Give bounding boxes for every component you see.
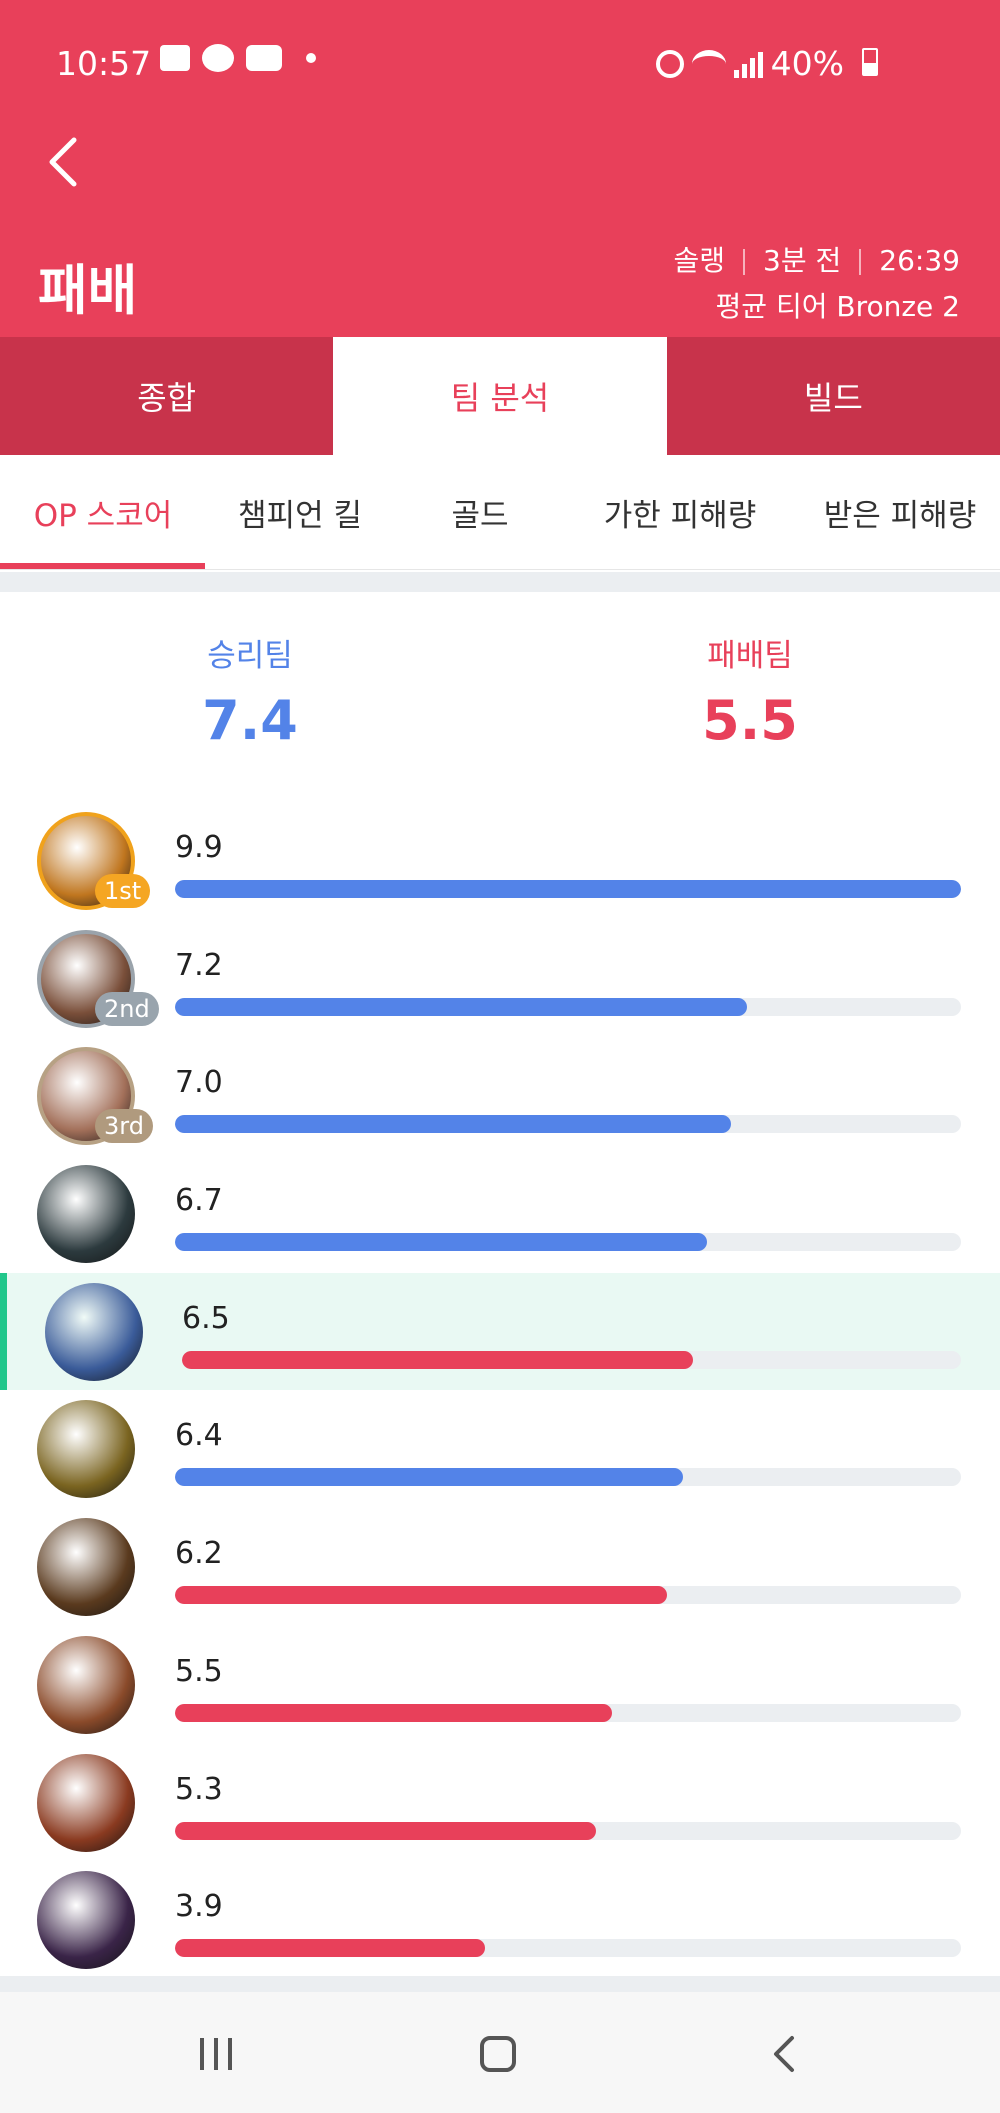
time-ago: 3분 전 [763,244,842,277]
section-divider [0,572,1000,592]
player-score-list: 1st 9.9 2nd 7.2 3rd 7.0 6.7 6.5 6.4 6.2 5.5 5.3 3.9 [0,802,1000,1979]
champion-avatar [45,1282,143,1381]
system-icons: 40% [655,44,878,83]
page-title: 패배 [38,259,138,322]
op-score-value: 6.2 [175,1536,223,1572]
divider [859,249,862,275]
tab-damage-dealt[interactable]: 가한 피해량 [590,455,770,570]
score-bar-track [175,1115,961,1134]
score-bar-track [175,997,961,1016]
rank-badge: 3rd [95,1109,153,1144]
game-duration: 26:39 [879,244,960,277]
score-bar-fill [175,1821,596,1840]
divider [743,249,746,275]
op-score-value: 6.7 [175,1183,223,1219]
score-bar-fill [175,1586,668,1605]
player-row[interactable]: 5.3 [0,1744,1000,1862]
home-icon[interactable] [480,2036,516,2072]
player-row[interactable]: 3.9 [0,1861,1000,1979]
score-bar-fill [175,1468,684,1487]
back-arrow-icon[interactable] [44,136,84,188]
op-score-value: 6.5 [182,1300,230,1336]
losing-team-summary: 패배팀 5.5 [600,630,900,752]
rank-badge: 1st [95,874,151,908]
stat-tabs: OP 스코어 챔피언 킬 골드 가한 피해량 받은 피해량 [0,455,1000,570]
tab-build[interactable]: 빌드 [667,337,1000,455]
recent-apps-icon[interactable] [200,2038,232,2070]
score-bar-fill [175,1939,485,1958]
score-bar-track [175,1233,961,1252]
champion-avatar [37,1871,135,1970]
winning-team-summary: 승리팀 7.4 [100,630,400,752]
signal-icon [733,50,763,78]
system-navigation-bar [0,1992,1000,2113]
queue-type: 솔랭 [673,244,726,277]
champion-avatar [37,1400,135,1499]
score-bar-track [175,880,961,898]
gallery-icon [160,45,190,71]
player-row[interactable]: 6.7 [0,1155,1000,1273]
match-header: 10:57 40% 패배 솔랭 3분 전 26:39 평균 티어 Bronze 2 [0,0,1000,337]
status-bar: 10:57 40% [0,0,1000,126]
champion-avatar [37,1635,135,1734]
score-bar-fill [175,1115,731,1134]
op-score-value: 9.9 [175,830,223,865]
tab-team-analysis[interactable]: 팀 분석 [333,337,667,455]
player-row[interactable]: 3rd 7.0 [0,1037,1000,1155]
score-bar-track [175,1821,961,1840]
tab-overview[interactable]: 종합 [0,337,333,455]
score-bar-fill [175,1233,707,1252]
score-bar-track [175,1703,961,1722]
player-row[interactable]: 6.4 [0,1390,1000,1508]
champion-avatar [37,1753,135,1852]
losing-team-label: 패배팀 [707,638,793,674]
player-row[interactable]: 1st 9.9 [0,802,1000,920]
winning-team-score: 7.4 [202,689,298,752]
op-score-value: 6.4 [175,1418,223,1454]
score-bar-track [182,1350,961,1369]
score-bar-track [175,1586,961,1605]
score-bar-fill [175,1703,612,1722]
champion-avatar [37,1165,135,1264]
winning-team-label: 승리팀 [207,638,293,674]
back-icon[interactable] [764,2032,808,2076]
talk-icon [202,44,234,72]
score-bar-track [175,1939,961,1958]
notification-icons [160,44,316,72]
score-bar-fill [175,880,961,898]
active-tab-indicator [0,563,205,569]
alarm-icon [655,49,684,78]
bottom-divider [0,1976,1000,1992]
losing-team-score: 5.5 [702,689,798,752]
op-score-value: 7.2 [175,947,223,983]
battery-percent: 40% [770,44,844,83]
rank-badge: 2nd [95,991,159,1026]
tab-champion-kills[interactable]: 챔피언 킬 [230,455,370,570]
op-score-value: 5.5 [175,1653,223,1689]
main-tabs: 종합 팀 분석 빌드 [0,337,1000,455]
score-bar-fill [175,997,747,1016]
dot-icon [306,53,316,63]
battery-icon [862,48,878,76]
score-bar-track [175,1468,961,1487]
player-row[interactable]: 2nd 7.2 [0,920,1000,1038]
match-meta: 솔랭 3분 전 26:39 평균 티어 Bronze 2 [674,238,960,330]
tab-gold[interactable]: 골드 [430,455,530,570]
champion-avatar [37,1518,135,1617]
tab-damage-taken[interactable]: 받은 피해량 [810,455,990,570]
average-tier: 평균 티어 Bronze 2 [715,290,960,323]
status-time: 10:57 [56,44,152,83]
score-bar-fill [182,1350,694,1369]
op-score-value: 5.3 [175,1771,223,1807]
op-score-value: 3.9 [175,1889,223,1925]
youtube-icon [246,45,282,71]
player-row[interactable]: 6.2 [0,1508,1000,1626]
player-row[interactable]: 5.5 [0,1626,1000,1744]
player-row[interactable]: 6.5 [0,1272,1000,1391]
tab-op-score[interactable]: OP 스코어 [28,455,178,570]
wifi-icon [691,49,726,78]
op-score-value: 7.0 [175,1065,223,1101]
